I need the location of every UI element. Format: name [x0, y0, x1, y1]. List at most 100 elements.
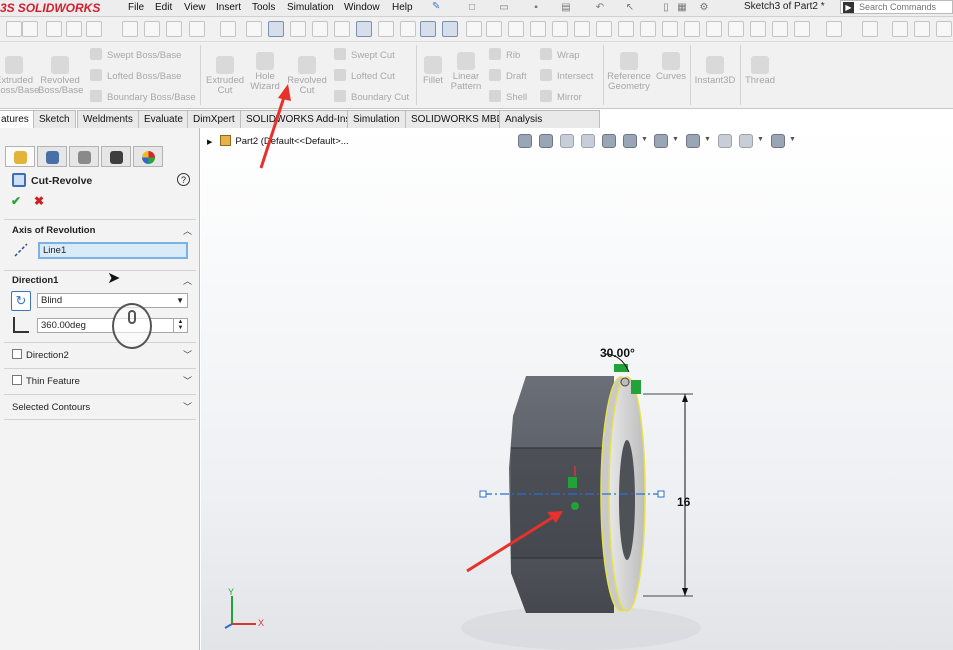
new-document-icon[interactable]: □	[466, 2, 478, 14]
tab-evaluate[interactable]: Evaluate	[138, 110, 189, 128]
sketch-chamfer-icon[interactable]	[706, 21, 722, 37]
sketch-tool-icon[interactable]	[6, 21, 22, 37]
configuration-manager-tab[interactable]	[69, 146, 99, 167]
rapid-sketch-icon[interactable]	[618, 21, 634, 37]
swept-cut-button[interactable]: Swept Cut	[334, 47, 395, 65]
spline-icon[interactable]	[640, 21, 656, 37]
instant3d-button[interactable]: Instant3D	[693, 56, 737, 86]
mirror-sketch-icon[interactable]	[486, 21, 502, 37]
slot-icon[interactable]	[312, 21, 328, 37]
expand-chevron-icon[interactable]: ﹀	[183, 400, 192, 413]
search-input[interactable]	[859, 1, 952, 13]
text-sketch-icon[interactable]	[662, 21, 678, 37]
view-rotate-icon[interactable]	[826, 21, 842, 37]
relations-icon[interactable]	[552, 21, 568, 37]
app-logo[interactable]: 3S SOLIDWORKS	[0, 0, 100, 17]
end-condition-select[interactable]: Blind ▼	[37, 293, 188, 308]
graphics-area[interactable]: ▶Part2 (Default<<Default>... ▼ ▼ ▼ ▼ ▼	[201, 128, 953, 650]
repair-icon[interactable]	[574, 21, 590, 37]
expand-chevron-icon[interactable]: ﹀	[183, 348, 192, 361]
trim-icon[interactable]	[420, 21, 436, 37]
tab-features[interactable]: atures	[0, 110, 35, 128]
tab-analysis-preparation[interactable]: Analysis Preparation	[499, 110, 600, 142]
angle-spinner[interactable]: ▲ ▼	[173, 319, 187, 332]
display-style-icon[interactable]	[892, 21, 908, 37]
curves-button[interactable]: Curves	[654, 52, 688, 82]
axis-section-header[interactable]: Axis of Revolution	[12, 225, 95, 236]
menu-view[interactable]: View	[184, 0, 206, 17]
extruded-boss-button[interactable]: Extruded Boss/Base	[0, 56, 39, 96]
menu-help[interactable]: Help	[392, 0, 413, 17]
wrap-button[interactable]: Wrap	[540, 47, 580, 65]
swept-boss-button[interactable]: Swept Boss/Base	[90, 47, 181, 65]
menu-edit[interactable]: Edit	[155, 0, 172, 17]
thread-button[interactable]: Thread	[743, 56, 777, 86]
convert-icon[interactable]	[442, 21, 458, 37]
offset-icon[interactable]	[466, 21, 482, 37]
help-icon[interactable]: ?	[177, 173, 190, 186]
expand-chevron-icon[interactable]: ﹀	[183, 374, 192, 387]
appearance-icon[interactable]	[936, 21, 952, 37]
intersect-button[interactable]: Intersect	[540, 68, 593, 86]
options-gear-icon[interactable]: ⚙	[698, 2, 710, 14]
sketch-rect-icon[interactable]	[66, 21, 82, 37]
tab-mbd[interactable]: SOLIDWORKS MBD	[405, 110, 510, 128]
direction1-section-header[interactable]: Direction1	[12, 275, 58, 286]
centerline-icon[interactable]	[268, 21, 284, 37]
reverse-direction-icon[interactable]: ↻	[11, 291, 31, 311]
axis-selection-field[interactable]: Line1	[38, 242, 188, 259]
polygon-icon[interactable]	[378, 21, 394, 37]
boundary-boss-button[interactable]: Boundary Boss/Base	[90, 89, 196, 107]
quick-snaps-icon[interactable]	[596, 21, 612, 37]
undo-icon[interactable]: ↶	[594, 2, 606, 14]
menu-file[interactable]: File	[128, 0, 144, 17]
ok-check-icon[interactable]: ✔	[11, 194, 21, 208]
file-properties-icon[interactable]: ▦	[676, 2, 688, 14]
move-icon[interactable]	[530, 21, 546, 37]
select-arrow-icon[interactable]	[189, 21, 205, 37]
open-icon[interactable]: ▭	[498, 2, 510, 14]
view-orient-icon[interactable]	[862, 21, 878, 37]
feature-manager-tab[interactable]	[5, 146, 35, 167]
display-manager-tab[interactable]	[133, 146, 163, 167]
centerline-endpoint[interactable]	[479, 490, 487, 498]
revolved-boss-button[interactable]: Revolved Boss/Base	[38, 56, 83, 96]
rib-button[interactable]: Rib	[489, 47, 520, 65]
line-icon[interactable]	[356, 21, 372, 37]
sketch-fillet-icon[interactable]	[684, 21, 700, 37]
circle-icon[interactable]	[334, 21, 350, 37]
length-dimension-label[interactable]: 16	[677, 495, 690, 509]
cancel-x-icon[interactable]: ✖	[34, 194, 44, 208]
select-icon[interactable]: ↖	[624, 2, 636, 14]
rectangle-icon[interactable]	[290, 21, 306, 37]
tab-weldments[interactable]: Weldments	[77, 110, 139, 128]
property-manager-tab[interactable]	[37, 146, 67, 167]
boundary-cut-button[interactable]: Boundary Cut	[334, 89, 409, 107]
menu-window[interactable]: Window	[344, 0, 380, 17]
filter2-icon[interactable]	[144, 21, 160, 37]
mirror-button[interactable]: Mirror	[540, 89, 582, 107]
dimxpert-manager-tab[interactable]	[101, 146, 131, 167]
menu-tools[interactable]: Tools	[252, 0, 275, 17]
nut-model[interactable]	[201, 128, 953, 650]
selected-contours-header[interactable]: Selected Contours	[12, 402, 90, 413]
pin-icon[interactable]: ✎	[432, 1, 440, 12]
angle-dimension-label[interactable]: 30.00°	[600, 346, 635, 360]
sketch-pattern-icon[interactable]	[794, 21, 810, 37]
reference-geometry-button[interactable]: Reference Geometry	[606, 52, 652, 92]
linear-pattern-button[interactable]: Linear Pattern	[448, 52, 484, 92]
lofted-boss-button[interactable]: Lofted Boss/Base	[90, 68, 181, 86]
tab-simulation[interactable]: Simulation	[347, 110, 406, 128]
centerline-endpoint[interactable]	[657, 490, 665, 498]
sketch-stop-icon[interactable]	[22, 21, 38, 37]
collapse-chevron-icon[interactable]: ︿	[183, 224, 192, 237]
point-icon[interactable]	[246, 21, 262, 37]
thin-feature-checkbox[interactable]	[12, 375, 22, 385]
pattern-sketch-icon[interactable]	[508, 21, 524, 37]
fillet-button[interactable]: Fillet	[418, 56, 448, 86]
sketch-point[interactable]	[620, 377, 630, 387]
filter3-icon[interactable]	[166, 21, 182, 37]
save-icon[interactable]: ▪	[530, 2, 542, 14]
menu-simulation[interactable]: Simulation	[287, 0, 334, 17]
extend-icon[interactable]	[728, 21, 744, 37]
